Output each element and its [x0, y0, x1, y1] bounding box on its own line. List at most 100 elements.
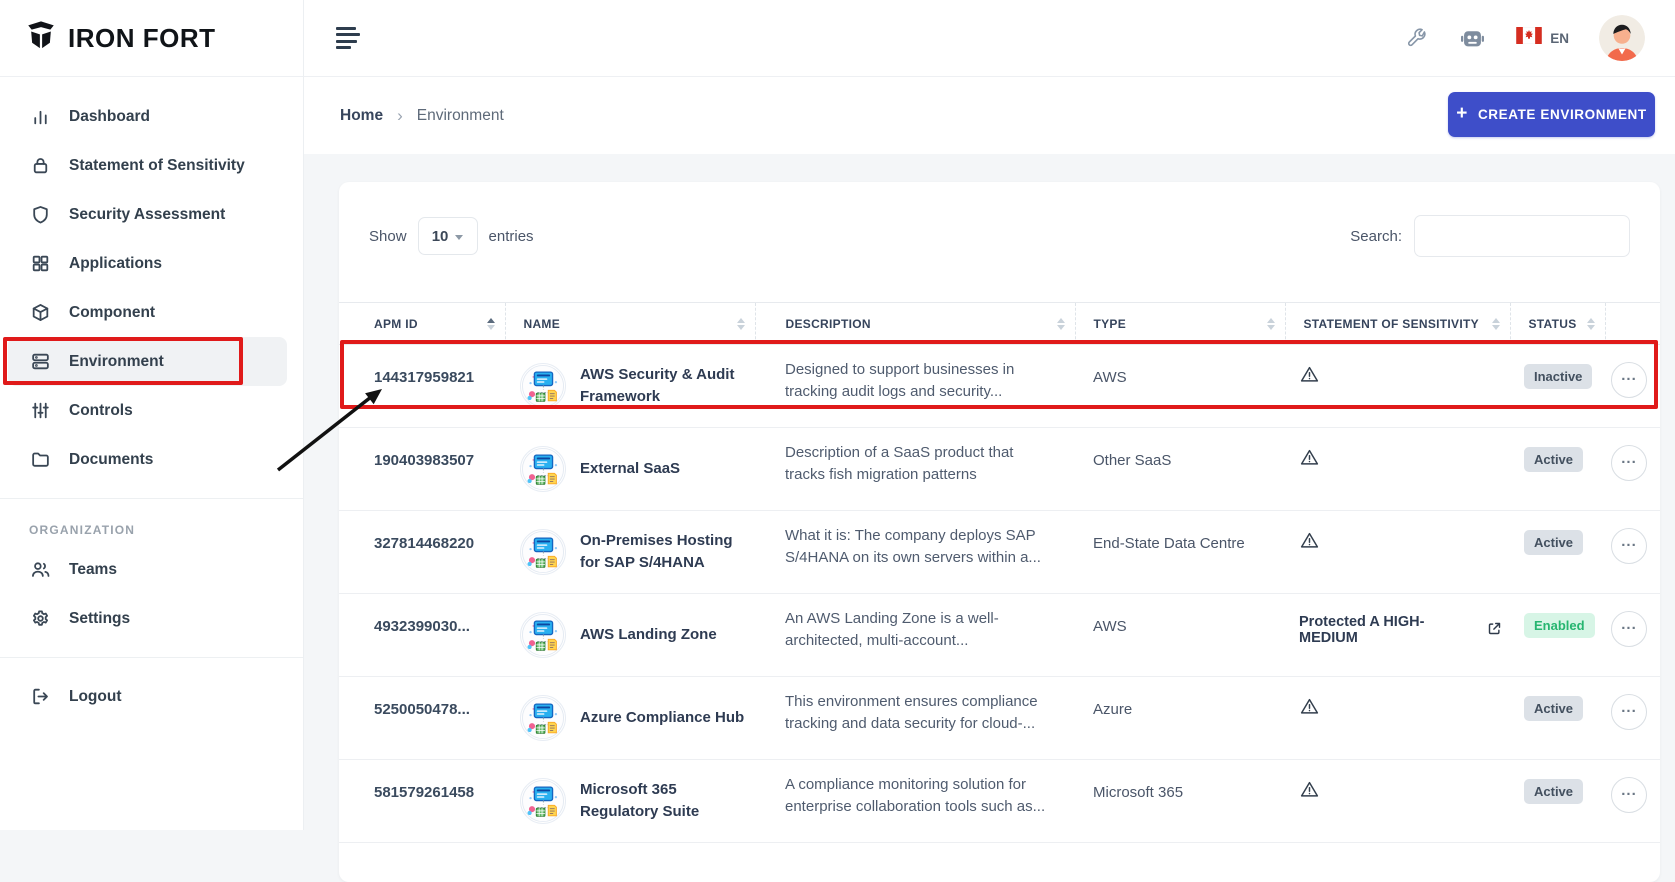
- column-label: STATUS: [1529, 317, 1577, 331]
- column-header-status[interactable]: STATUS: [1510, 303, 1605, 345]
- external-link-icon: [1487, 621, 1502, 640]
- status-cell: Active: [1510, 428, 1605, 511]
- column-header-type[interactable]: TYPE: [1075, 303, 1285, 345]
- status-cell: Active: [1510, 511, 1605, 594]
- table-row[interactable]: 144317959821 AWS Security & Audit Framew…: [339, 345, 1660, 428]
- type-cell: End-State Data Centre: [1075, 511, 1285, 594]
- column-header-statement-of-sensitivity[interactable]: STATEMENT OF SENSITIVITY: [1285, 303, 1510, 345]
- search-input[interactable]: [1414, 215, 1630, 257]
- server-icon: [29, 351, 51, 373]
- sidebar-item-settings[interactable]: Settings: [0, 594, 303, 643]
- sidebar-section-label: ORGANIZATION: [0, 513, 303, 545]
- box-icon: [29, 302, 51, 324]
- breadcrumb-current: Environment: [417, 107, 504, 125]
- status-badge: Inactive: [1524, 364, 1592, 389]
- name-cell: On-Premises Hosting for SAP S/4HANA: [505, 511, 755, 594]
- sidebar-divider-2: [0, 657, 303, 658]
- sort-arrows-icon: [1267, 318, 1275, 330]
- robot-assistant-icon[interactable]: [1459, 25, 1486, 52]
- folder-icon: [29, 449, 51, 471]
- sidebar-item-label: Component: [69, 304, 155, 322]
- show-label: Show: [369, 228, 407, 245]
- brand-name: IRON FORT: [68, 23, 216, 54]
- environment-name: Azure Compliance Hub: [580, 707, 744, 729]
- sidebar-item-security-assessment[interactable]: Security Assessment: [0, 190, 303, 239]
- search-control: Search:: [1350, 215, 1630, 257]
- user-avatar[interactable]: [1599, 15, 1645, 61]
- sidebar-item-dashboard[interactable]: Dashboard: [0, 92, 303, 141]
- column-header-apm-id[interactable]: APM ID: [339, 303, 505, 345]
- warning-icon[interactable]: [1299, 538, 1320, 555]
- table-row[interactable]: 5250050478... Azure Compliance HubThis e…: [339, 677, 1660, 760]
- chevron-down-icon: [455, 235, 463, 240]
- menu-toggle-icon[interactable]: [336, 27, 360, 50]
- warning-icon[interactable]: [1299, 787, 1320, 804]
- warning-icon[interactable]: [1299, 372, 1320, 389]
- sidebar-nav: Dashboard Statement of Sensitivity Securit…: [0, 77, 303, 484]
- logout-icon: [29, 686, 51, 708]
- sos-protected-link[interactable]: Protected A HIGH- MEDIUM: [1299, 614, 1502, 646]
- sidebar-item-label: Logout: [69, 688, 122, 706]
- sidebar-item-component[interactable]: Component: [0, 288, 303, 337]
- breadcrumb-separator: ›: [397, 106, 403, 126]
- environments-table-wrap: APM IDNAME DESCRIPTION TYPE STATEMENT OF SE…: [339, 302, 1660, 843]
- column-label: DESCRIPTION: [786, 317, 871, 331]
- statement-of-sensitivity-cell: [1285, 511, 1510, 594]
- sidebar-item-teams[interactable]: Teams: [0, 545, 303, 594]
- create-environment-label: CREATE ENVIRONMENT: [1478, 107, 1647, 122]
- sidebar-item-controls[interactable]: Controls: [0, 386, 303, 435]
- sidebar-item-documents[interactable]: Documents: [0, 435, 303, 484]
- sort-arrows-icon: [737, 318, 745, 330]
- column-label: STATEMENT OF SENSITIVITY: [1304, 317, 1479, 331]
- language-switcher[interactable]: EN: [1516, 27, 1569, 49]
- sidebar-item-statement-of-sensitivity[interactable]: Statement of Sensitivity: [0, 141, 303, 190]
- row-actions-button[interactable]: ...: [1611, 445, 1647, 481]
- wrench-icon[interactable]: [1405, 26, 1429, 50]
- row-actions-button[interactable]: ...: [1611, 528, 1647, 564]
- status-badge: Enabled: [1524, 613, 1595, 638]
- name-cell: Microsoft 365 Regulatory Suite: [505, 760, 755, 843]
- type-cell: Other SaaS: [1075, 428, 1285, 511]
- sidebar-item-label: Documents: [69, 451, 153, 469]
- row-actions-button[interactable]: ...: [1611, 611, 1647, 647]
- users-icon: [29, 559, 51, 581]
- create-environment-button[interactable]: + CREATE ENVIRONMENT: [1448, 92, 1655, 137]
- warning-icon[interactable]: [1299, 455, 1320, 472]
- row-actions-button[interactable]: ...: [1611, 362, 1647, 398]
- brand-logo[interactable]: IRON FORT: [0, 0, 303, 77]
- type-cell: Microsoft 365: [1075, 760, 1285, 843]
- actions-cell: ...: [1605, 594, 1660, 677]
- environment-name: On-Premises Hosting for SAP S/4HANA: [580, 530, 747, 574]
- name-cell: External SaaS: [505, 428, 755, 511]
- column-header-description[interactable]: DESCRIPTION: [755, 303, 1075, 345]
- column-header-name[interactable]: NAME: [505, 303, 755, 345]
- table-row[interactable]: 190403983507 External SaaSDescription of…: [339, 428, 1660, 511]
- grid-icon: [29, 253, 51, 275]
- description-cell: Designed to support businesses in tracki…: [755, 345, 1075, 428]
- table-row[interactable]: 581579261458 Microsoft 365 Regulatory Su…: [339, 760, 1660, 843]
- actions-cell: ...: [1605, 428, 1660, 511]
- status-cell: Active: [1510, 677, 1605, 760]
- sidebar-item-logout[interactable]: Logout: [0, 672, 303, 721]
- row-actions-button[interactable]: ...: [1611, 694, 1647, 730]
- table-row[interactable]: 327814468220 On-Premises Hosting for SAP…: [339, 511, 1660, 594]
- statement-of-sensitivity-cell: [1285, 677, 1510, 760]
- language-code: EN: [1550, 31, 1569, 46]
- sidebar-item-label: Security Assessment: [69, 206, 225, 224]
- sidebar-item-label: Statement of Sensitivity: [69, 157, 245, 175]
- breadcrumb-home-link[interactable]: Home: [340, 107, 383, 125]
- actions-cell: ...: [1605, 511, 1660, 594]
- table-row[interactable]: 4932399030... AWS Landing ZoneAn AWS Lan…: [339, 594, 1660, 677]
- page-size-select[interactable]: 10: [418, 217, 478, 255]
- environment-icon: [520, 529, 566, 575]
- sidebar-item-applications[interactable]: Applications: [0, 239, 303, 288]
- environments-card: Show 10 entries Search: APM IDNAMEDESCRI…: [339, 182, 1660, 882]
- sidebar-item-label: Environment: [69, 353, 164, 371]
- warning-icon[interactable]: [1299, 704, 1320, 721]
- sidebar-item-environment[interactable]: Environment: [0, 337, 303, 386]
- type-cell: Azure: [1075, 677, 1285, 760]
- apm-id-cell: 144317959821: [339, 345, 505, 428]
- name-cell: Azure Compliance Hub: [505, 677, 755, 760]
- description-cell: Description of a SaaS product that track…: [755, 428, 1075, 511]
- row-actions-button[interactable]: ...: [1611, 777, 1647, 813]
